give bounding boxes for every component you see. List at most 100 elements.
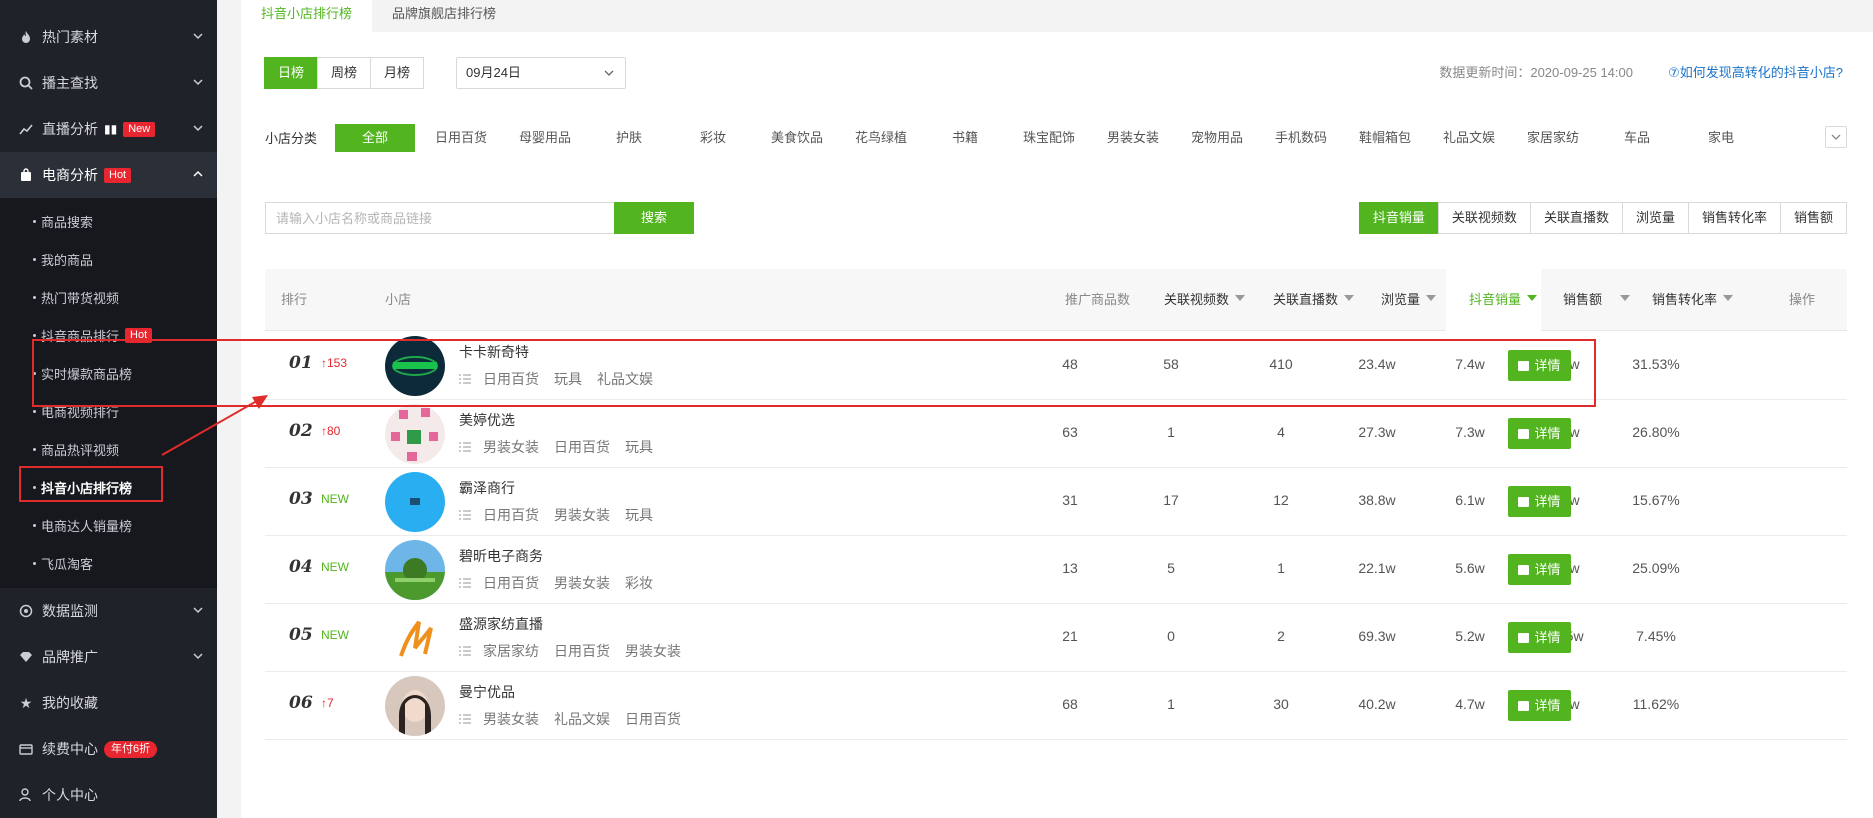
cell-lives: 2 xyxy=(1277,628,1285,644)
shop-tag: 家居家纺 xyxy=(483,643,539,659)
date-select[interactable]: 09月24日 xyxy=(456,57,626,89)
sidebar-item-favorites[interactable]: ★ 我的收藏 xyxy=(0,680,217,726)
category-item[interactable]: 手机数码 xyxy=(1259,124,1343,152)
star-icon: ★ xyxy=(19,694,33,711)
category-filter: 全部 日用百货 母婴用品 护肤 彩妆 美食饮品 花鸟绿植 书籍 珠宝配饰 男装女装 宠物用品 手机数码… xyxy=(335,124,1763,152)
category-expand-button[interactable] xyxy=(1825,126,1847,148)
category-item[interactable]: 礼品文娱 xyxy=(1427,124,1511,152)
header-views[interactable]: 浏览量 xyxy=(1381,269,1437,331)
submenu-item[interactable]: 商品热评视频 xyxy=(0,430,217,468)
sidebar-item-label: 数据监测 xyxy=(42,603,98,619)
submenu-item[interactable]: 电商达人销量榜 xyxy=(0,506,217,544)
sidebar-item-label: 我的收藏 xyxy=(42,695,98,711)
sidebar-item-renewal[interactable]: 续费中心 年付6折 xyxy=(0,726,217,772)
header-products: 推广商品数 xyxy=(1065,292,1131,307)
detail-button[interactable]: 详情 xyxy=(1508,554,1571,585)
sidebar-item-hot-materials[interactable]: 热门素材 xyxy=(0,14,217,60)
period-monthly-button[interactable]: 月榜 xyxy=(370,57,425,89)
tab-brand-ranking[interactable]: 品牌旗舰店排行榜 xyxy=(372,0,516,32)
category-item[interactable]: 鞋帽箱包 xyxy=(1343,124,1427,152)
detail-button[interactable]: 详情 xyxy=(1508,418,1571,449)
period-daily-button[interactable]: 日榜 xyxy=(264,57,319,89)
cell-sales: 4.7w xyxy=(1455,696,1485,712)
sidebar-item-brand[interactable]: 品牌推广 xyxy=(0,634,217,680)
sidebar-item-label: 续费中心 xyxy=(42,741,98,757)
rank-change: ↑80 xyxy=(321,424,341,438)
sort-views-button[interactable]: 浏览量 xyxy=(1621,202,1689,234)
tab-shop-ranking[interactable]: 抖音小店排行榜 xyxy=(241,0,373,32)
category-item[interactable]: 美食饮品 xyxy=(755,124,839,152)
submenu-item[interactable]: 飞瓜淘客 xyxy=(0,544,217,582)
list-icon xyxy=(459,578,471,588)
update-time: 数据更新时间：2020-09-25 14:00 xyxy=(1439,65,1633,80)
table-row: 02↑80美婷优选男装女装日用百货玩具631427.3w7.3w73.5w26.… xyxy=(265,400,1847,468)
shop-name[interactable]: 霸泽商行 xyxy=(459,478,515,498)
shop-name[interactable]: 碧昕电子商务 xyxy=(459,546,543,566)
header-rank: 排行 xyxy=(281,292,308,307)
rank-change: NEW xyxy=(321,628,349,642)
category-item[interactable]: 宠物用品 xyxy=(1175,124,1259,152)
sidebar-item-label: 播主查找 xyxy=(42,75,98,91)
sidebar-item-profile[interactable]: 个人中心 xyxy=(0,772,217,818)
list-icon xyxy=(459,510,471,520)
sort-conversion-button[interactable]: 销售转化率 xyxy=(1687,202,1781,234)
cell-products: 63 xyxy=(1062,424,1078,440)
sort-lives-button[interactable]: 关联直播数 xyxy=(1529,202,1623,234)
header-lives[interactable]: 关联直播数 xyxy=(1273,269,1355,331)
sort-videos-button[interactable]: 关联视频数 xyxy=(1437,202,1531,234)
category-item[interactable]: 家居家纺 xyxy=(1511,124,1595,152)
header-conversion[interactable]: 销售转化率 xyxy=(1652,269,1734,331)
shop-name[interactable]: 美婷优选 xyxy=(459,410,515,430)
sidebar-item-find-streamer[interactable]: 播主查找 xyxy=(0,60,217,106)
sidebar-item-live-analysis[interactable]: 直播分析 ▮▮ New xyxy=(0,106,217,152)
cell-videos: 5 xyxy=(1167,560,1175,576)
sort-revenue-button[interactable]: 销售额 xyxy=(1779,202,1847,234)
search-input[interactable] xyxy=(265,202,616,234)
hot-badge: Hot xyxy=(104,167,132,183)
category-item[interactable]: 车品 xyxy=(1595,124,1679,152)
category-item[interactable]: 珠宝配饰 xyxy=(1007,124,1091,152)
submenu-item[interactable]: 我的商品 xyxy=(0,240,217,278)
category-item[interactable]: 日用百货 xyxy=(419,124,503,152)
category-item[interactable]: 书籍 xyxy=(923,124,1007,152)
cell-conversion: 15.67% xyxy=(1632,492,1680,508)
category-item[interactable]: 护肤 xyxy=(587,124,671,152)
ranking-tabs: 抖音小店排行榜 品牌旗舰店排行榜 xyxy=(241,0,516,32)
sort-tabs: 抖音销量 关联视频数 关联直播数 浏览量 销售转化率 销售额 xyxy=(1358,202,1847,234)
shop-tags: 家居家纺 日用百货 男装女装 xyxy=(459,641,696,661)
table-header: 排行 小店 推广商品数 关联视频数 关联直播数 浏览量 抖音销量 销售额 销售转… xyxy=(265,269,1847,331)
header-videos[interactable]: 关联视频数 xyxy=(1164,269,1246,331)
category-item[interactable]: 花鸟绿植 xyxy=(839,124,923,152)
header-label: 销售转化率 xyxy=(1652,292,1718,307)
cell-views: 22.1w xyxy=(1358,560,1396,576)
detail-button[interactable]: 详情 xyxy=(1508,622,1571,653)
cell-videos: 17 xyxy=(1163,492,1179,508)
category-item[interactable]: 家电 xyxy=(1679,124,1763,152)
help-link[interactable]: ⑦如何发现高转化的抖音小店? xyxy=(1668,59,1843,87)
header-sales[interactable]: 抖音销量 xyxy=(1469,269,1538,331)
sidebar-item-monitoring[interactable]: 数据监测 xyxy=(0,588,217,634)
submenu-item[interactable]: 热门带货视频 xyxy=(0,278,217,316)
category-item[interactable]: 母婴用品 xyxy=(503,124,587,152)
shop-name[interactable]: 盛源家纺直播 xyxy=(459,614,543,634)
sort-sales-button[interactable]: 抖音销量 xyxy=(1358,202,1439,234)
detail-button[interactable]: 详情 xyxy=(1508,486,1571,517)
shop-tag: 玩具 xyxy=(625,507,653,523)
category-item[interactable]: 男装女装 xyxy=(1091,124,1175,152)
category-item[interactable]: 全部 xyxy=(335,124,415,152)
shop-tag: 日用百货 xyxy=(483,575,539,591)
period-weekly-button[interactable]: 周榜 xyxy=(317,57,372,89)
cell-views: 38.8w xyxy=(1358,492,1396,508)
sidebar-item-ecommerce[interactable]: 电商分析 Hot xyxy=(0,152,217,198)
detail-label: 详情 xyxy=(1534,494,1561,509)
cell-videos: 0 xyxy=(1167,628,1175,644)
category-item[interactable]: 彩妆 xyxy=(671,124,755,152)
detail-button[interactable]: 详情 xyxy=(1508,690,1571,721)
shop-avatar xyxy=(385,540,445,600)
header-revenue[interactable]: 销售额 xyxy=(1563,269,1631,331)
submenu-item[interactable]: 商品搜索 xyxy=(0,202,217,240)
date-value: 09月24日 xyxy=(466,65,521,80)
search-button[interactable]: 搜索 xyxy=(614,202,694,234)
shop-avatar xyxy=(385,404,445,464)
shop-name[interactable]: 曼宁优品 xyxy=(459,682,515,702)
